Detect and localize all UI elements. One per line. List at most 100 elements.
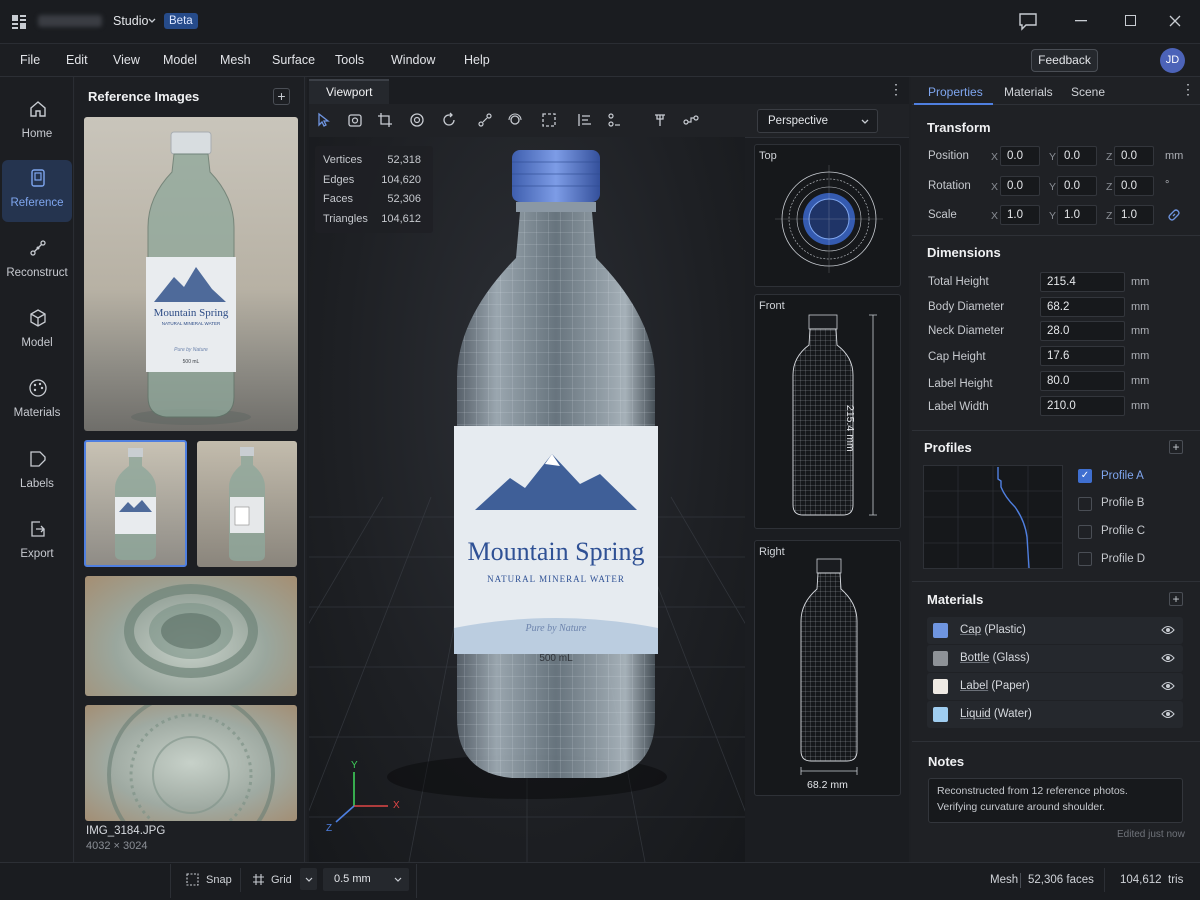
label-height-input[interactable]: 80.0 [1040,371,1125,391]
profiles-title: Profiles [924,440,972,455]
profile-b-label[interactable]: Profile B [1101,497,1144,509]
label-width-unit: mm [1131,400,1150,412]
align-icon[interactable] [577,112,593,128]
neck-diameter-input[interactable]: 28.0 [1040,321,1125,341]
rail-item-labels[interactable]: Labels [2,441,72,503]
crop-icon[interactable] [377,112,393,128]
reference-thumb-neck[interactable] [85,576,297,696]
reference-thumb-selected[interactable] [84,440,187,567]
rail-item-reference[interactable]: Reference [2,160,72,222]
minimize-icon[interactable] [1075,20,1087,22]
rotate-icon[interactable] [441,112,457,128]
bottle-3d-model[interactable] [440,148,670,788]
menu-tools[interactable]: Tools [335,53,364,67]
material-row-liquid[interactable]: Liquid (Water) [927,701,1183,728]
maximize-icon[interactable] [1125,15,1136,26]
rotation-z-input[interactable]: 0.0 [1114,176,1154,196]
scale-z-input[interactable]: 1.0 [1114,205,1154,225]
chat-icon[interactable] [1018,11,1038,31]
profile-a-checkbox[interactable]: ✓ [1078,469,1092,483]
menu-view[interactable]: View [113,53,140,67]
eye-icon[interactable] [1161,680,1175,692]
label-width-input[interactable]: 210.0 [1040,396,1125,416]
add-reference-button[interactable]: + [273,88,290,105]
eye-icon[interactable] [1161,652,1175,664]
viewport-more-icon[interactable]: ⋮ [889,82,903,96]
profile-a-label[interactable]: Profile A [1101,470,1144,482]
cap-height-input[interactable]: 17.6 [1040,346,1125,366]
menu-edit[interactable]: Edit [66,53,88,67]
profile-d-checkbox[interactable] [1078,552,1092,566]
link-scale-icon[interactable] [1167,208,1181,222]
reference-image-main[interactable]: Mountain Spring NATURAL MINERAL WATER Pu… [84,117,298,431]
scale-x-input[interactable]: 1.0 [1000,205,1040,225]
tab-materials[interactable]: Materials [1004,85,1053,99]
menu-mesh[interactable]: Mesh [220,53,251,67]
total-height-input[interactable]: 215.4 [1040,272,1125,292]
select-cursor-icon[interactable] [316,112,332,128]
rotation-x-input[interactable]: 0.0 [1000,176,1040,196]
frame-icon[interactable] [541,112,557,128]
panel-more-icon[interactable]: ⋮ [1181,82,1195,96]
link-path-icon[interactable] [683,112,699,128]
position-y-input[interactable]: 0.0 [1057,146,1097,166]
view-top[interactable]: Top [754,144,901,287]
menu-window[interactable]: Window [391,53,435,67]
view-right[interactable]: Right 68.2 mm [754,540,901,796]
scale-y-input[interactable]: 1.0 [1057,205,1097,225]
material-row-bottle[interactable]: Bottle (Glass) [927,645,1183,672]
profile-c-label[interactable]: Profile C [1101,525,1145,537]
view-front[interactable]: Front 215.4 mm [754,294,901,529]
menu-help[interactable]: Help [464,53,490,67]
target-icon[interactable] [409,112,425,128]
grid-icon[interactable] [252,873,265,886]
add-material-button[interactable]: + [1169,592,1183,606]
grid-toggle[interactable]: Grid [271,874,292,886]
projection-select[interactable]: Perspective [757,109,878,133]
rail-item-materials[interactable]: Materials [2,370,72,432]
add-profile-button[interactable]: + [1169,440,1183,454]
grid-size-select[interactable]: 0.5 mm [323,868,409,891]
close-icon[interactable] [1169,15,1181,27]
menu-model[interactable]: Model [163,53,197,67]
app-name[interactable]: Studio [113,14,148,28]
tab-scene[interactable]: Scene [1071,85,1105,99]
rail-item-model[interactable]: Model [2,300,72,362]
camera-icon[interactable] [347,112,363,128]
chevron-down-icon[interactable] [148,18,156,24]
eye-icon[interactable] [1161,624,1175,636]
feedback-button[interactable]: Feedback [1031,49,1098,72]
position-z-input[interactable]: 0.0 [1114,146,1154,166]
rail-label: Home [21,128,53,140]
rail-item-export[interactable]: Export [2,511,72,573]
profile-c-checkbox[interactable] [1078,525,1092,539]
reference-thumb-base[interactable] [85,705,297,821]
tab-viewport[interactable]: Viewport [309,79,389,104]
menu-surface[interactable]: Surface [272,53,315,67]
grid-options-button[interactable] [300,868,317,890]
divider [912,430,1200,431]
measure-icon[interactable] [606,112,622,128]
pin-icon[interactable] [652,112,668,128]
orbit-icon[interactable] [507,112,523,128]
snap-icon[interactable] [186,873,199,886]
axis-x-label: X [393,800,400,811]
profile-d-label[interactable]: Profile D [1101,553,1145,565]
snap-toggle[interactable]: Snap [206,874,232,886]
profile-b-checkbox[interactable] [1078,497,1092,511]
body-diameter-input[interactable]: 68.2 [1040,297,1125,317]
menu-file[interactable]: File [20,53,40,67]
profile-curve-graph[interactable] [923,465,1063,569]
node-icon[interactable] [477,112,493,128]
rail-item-home[interactable]: Home [2,91,72,153]
tab-properties[interactable]: Properties [928,85,983,99]
rail-item-reconstruct[interactable]: Reconstruct [2,230,72,292]
notes-textarea[interactable]: Reconstructed from 12 reference photos. … [928,778,1183,823]
avatar[interactable]: JD [1160,48,1185,73]
position-x-input[interactable]: 0.0 [1000,146,1040,166]
reference-thumb-side[interactable] [197,441,297,567]
eye-icon[interactable] [1161,708,1175,720]
rotation-y-input[interactable]: 0.0 [1057,176,1097,196]
material-row-label[interactable]: Label (Paper) [927,673,1183,700]
material-row-cap[interactable]: Cap (Plastic) [927,617,1183,644]
